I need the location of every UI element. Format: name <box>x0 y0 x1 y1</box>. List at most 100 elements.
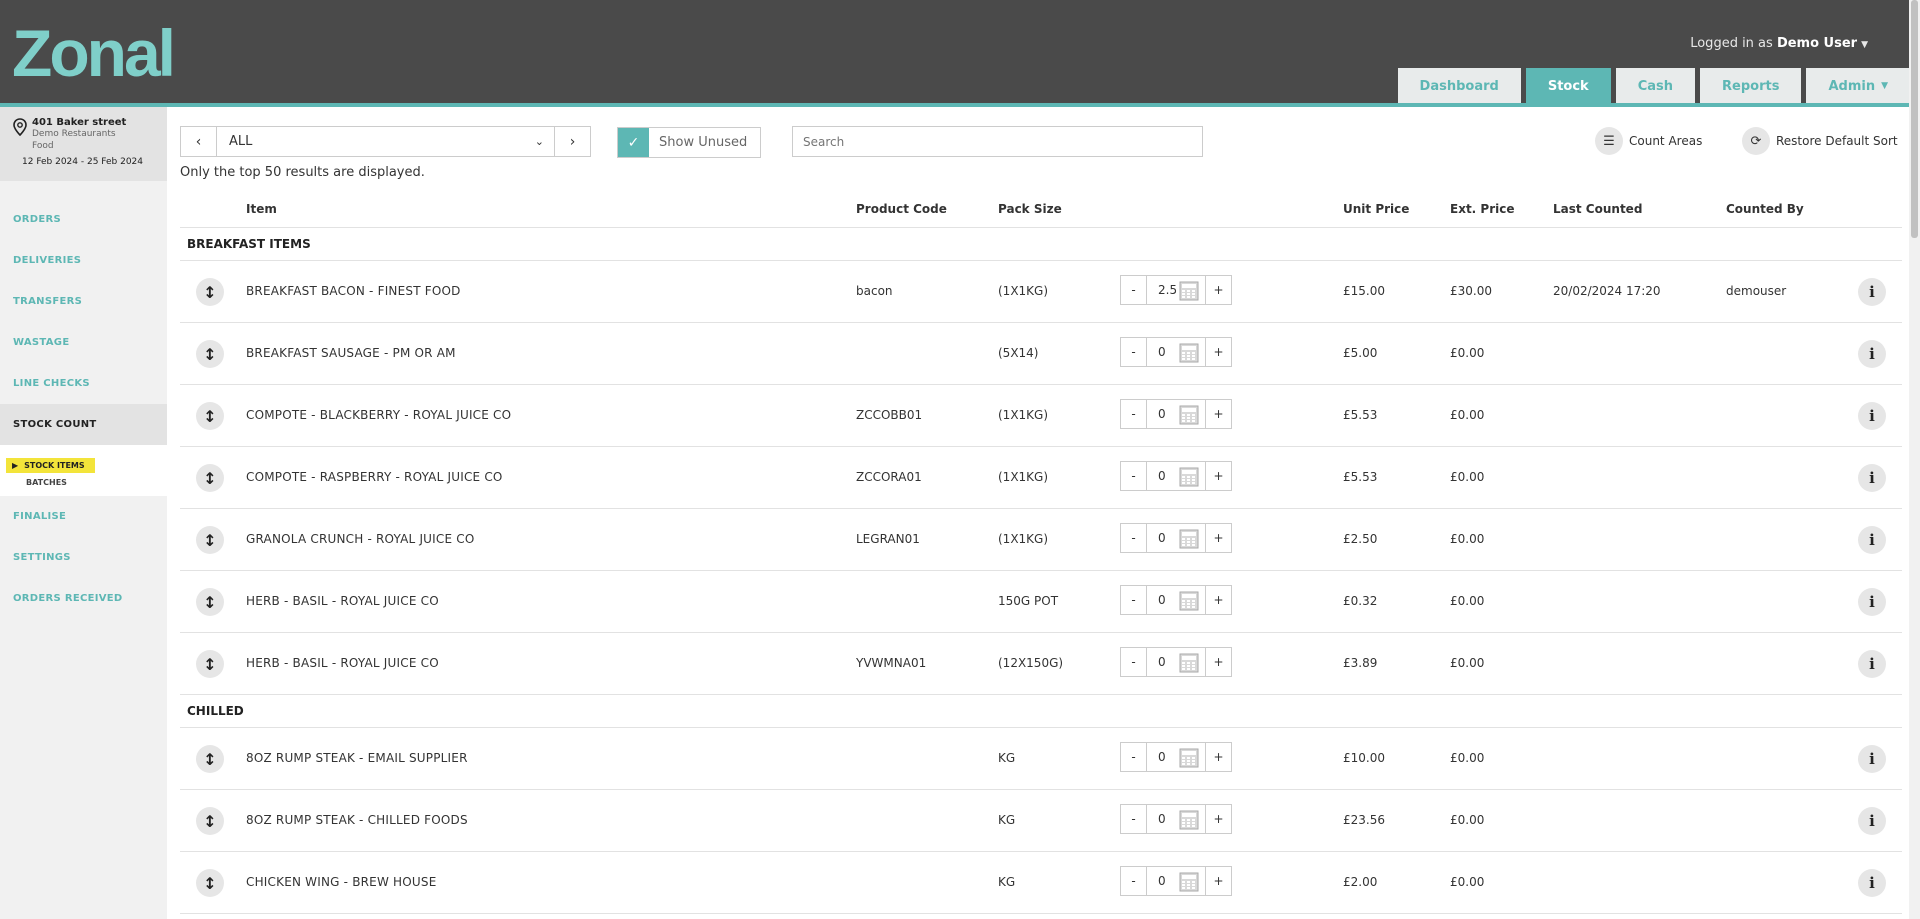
restore-default-sort-button[interactable]: ⟳ Restore Default Sort <box>1742 127 1898 155</box>
calculator-icon[interactable] <box>1179 653 1199 673</box>
sidebar-subitem-stock-items[interactable]: ▶ STOCK ITEMS <box>6 458 95 473</box>
header-unit-price[interactable]: Unit Price <box>1343 202 1409 216</box>
calculator-icon[interactable] <box>1179 810 1199 830</box>
sidebar-item-stock-count[interactable]: STOCK COUNT <box>0 404 167 445</box>
drag-handle-icon[interactable]: ↕ <box>196 807 224 835</box>
sidebar-item-line-checks[interactable]: LINE CHECKS <box>0 363 167 404</box>
user-menu[interactable]: Logged in as Demo User ▼ <box>1690 36 1868 51</box>
info-icon[interactable]: i <box>1858 402 1886 430</box>
info-icon[interactable]: i <box>1858 464 1886 492</box>
tab-stock[interactable]: Stock <box>1525 68 1611 104</box>
toolbar: ‹ ALL ⌄ › ✓ Show Unused ☰ Count Areas ⟳ … <box>180 107 1902 180</box>
decrement-button[interactable]: - <box>1120 866 1147 896</box>
header-last-counted[interactable]: Last Counted <box>1553 202 1642 216</box>
quantity-input[interactable]: 0 <box>1147 647 1205 677</box>
calculator-icon[interactable] <box>1179 529 1199 549</box>
quantity-input[interactable]: 0 <box>1147 461 1205 491</box>
increment-button[interactable]: + <box>1205 647 1232 677</box>
quantity-input[interactable]: 0 <box>1147 523 1205 553</box>
calculator-icon[interactable] <box>1179 343 1199 363</box>
next-button[interactable]: › <box>554 126 591 157</box>
header-counted-by[interactable]: Counted By <box>1726 202 1804 216</box>
sidebar-item-wastage[interactable]: WASTAGE <box>0 322 167 363</box>
header-product-code[interactable]: Product Code <box>856 202 947 216</box>
decrement-button[interactable]: - <box>1120 523 1147 553</box>
increment-button[interactable]: + <box>1205 461 1232 491</box>
info-icon[interactable]: i <box>1858 650 1886 678</box>
header-item[interactable]: Item <box>246 202 277 216</box>
info-icon[interactable]: i <box>1858 588 1886 616</box>
scrollbar-thumb[interactable] <box>1911 0 1918 238</box>
tab-cash[interactable]: Cash <box>1615 68 1696 104</box>
sidebar-menu: ORDERS DELIVERIES TRANSFERS WASTAGE LINE… <box>0 199 167 619</box>
unit-price: £10.00 <box>1343 751 1385 765</box>
increment-button[interactable]: + <box>1205 742 1232 772</box>
sidebar-item-deliveries[interactable]: DELIVERIES <box>0 240 167 281</box>
decrement-button[interactable]: - <box>1120 461 1147 491</box>
increment-button[interactable]: + <box>1205 337 1232 367</box>
drag-handle-icon[interactable]: ↕ <box>196 526 224 554</box>
sidebar-item-orders-received[interactable]: ORDERS RECEIVED <box>0 578 167 619</box>
drag-handle-icon[interactable]: ↕ <box>196 869 224 897</box>
zonal-logo[interactable]: Zonal <box>12 20 217 82</box>
tab-admin[interactable]: Admin ▼ <box>1806 68 1910 104</box>
tab-dashboard[interactable]: Dashboard <box>1397 68 1521 104</box>
increment-button[interactable]: + <box>1205 585 1232 615</box>
quantity-input[interactable]: 0 <box>1147 337 1205 367</box>
drag-handle-icon[interactable]: ↕ <box>196 402 224 430</box>
calculator-icon[interactable] <box>1179 467 1199 487</box>
show-unused-toggle[interactable]: ✓ Show Unused <box>617 127 761 158</box>
drag-handle-icon[interactable]: ↕ <box>196 745 224 773</box>
decrement-button[interactable]: - <box>1120 399 1147 429</box>
header-ext-price[interactable]: Ext. Price <box>1450 202 1515 216</box>
tab-reports[interactable]: Reports <box>1700 68 1802 104</box>
info-icon[interactable]: i <box>1858 340 1886 368</box>
drag-handle-icon[interactable]: ↕ <box>196 278 224 306</box>
header-pack-size[interactable]: Pack Size <box>998 202 1062 216</box>
drag-handle-icon[interactable]: ↕ <box>196 588 224 616</box>
quantity-input[interactable]: 0 <box>1147 585 1205 615</box>
info-icon[interactable]: i <box>1858 526 1886 554</box>
sidebar-item-orders[interactable]: ORDERS <box>0 199 167 240</box>
quantity-input[interactable]: 0 <box>1147 804 1205 834</box>
increment-button[interactable]: + <box>1205 399 1232 429</box>
search-input[interactable] <box>792 126 1203 157</box>
decrement-button[interactable]: - <box>1120 647 1147 677</box>
sidebar-item-settings[interactable]: SETTINGS <box>0 537 167 578</box>
prev-button[interactable]: ‹ <box>180 126 217 157</box>
calculator-icon[interactable] <box>1179 405 1199 425</box>
info-icon[interactable]: i <box>1858 869 1886 897</box>
increment-button[interactable]: + <box>1205 866 1232 896</box>
drag-handle-icon[interactable]: ↕ <box>196 464 224 492</box>
decrement-button[interactable]: - <box>1120 742 1147 772</box>
info-icon[interactable]: i <box>1858 745 1886 773</box>
drag-handle-icon[interactable]: ↕ <box>196 340 224 368</box>
pack-size: KG <box>998 751 1016 765</box>
decrement-button[interactable]: - <box>1120 585 1147 615</box>
sidebar-subitem-batches[interactable]: BATCHES <box>0 473 167 492</box>
info-icon[interactable]: i <box>1858 807 1886 835</box>
calculator-icon[interactable] <box>1179 748 1199 768</box>
item-name: 8OZ RUMP STEAK - EMAIL SUPPLIER <box>246 751 468 765</box>
increment-button[interactable]: + <box>1205 275 1232 305</box>
page-scrollbar[interactable] <box>1909 0 1920 919</box>
sidebar-item-finalise[interactable]: FINALISE <box>0 496 167 537</box>
quantity-input[interactable]: 0 <box>1147 742 1205 772</box>
info-icon[interactable]: i <box>1858 278 1886 306</box>
decrement-button[interactable]: - <box>1120 804 1147 834</box>
calculator-icon[interactable] <box>1179 591 1199 611</box>
decrement-button[interactable]: - <box>1120 337 1147 367</box>
increment-button[interactable]: + <box>1205 523 1232 553</box>
quantity-input[interactable]: 2.5 <box>1147 275 1205 305</box>
drag-handle-icon[interactable]: ↕ <box>196 650 224 678</box>
quantity-input[interactable]: 0 <box>1147 866 1205 896</box>
area-filter-select[interactable]: ALL ⌄ <box>216 126 555 157</box>
sidebar-item-transfers[interactable]: TRANSFERS <box>0 281 167 322</box>
table-header: Item Product Code Pack Size Unit Price E… <box>180 191 1902 228</box>
count-areas-button[interactable]: ☰ Count Areas <box>1595 127 1702 155</box>
decrement-button[interactable]: - <box>1120 275 1147 305</box>
increment-button[interactable]: + <box>1205 804 1232 834</box>
calculator-icon[interactable] <box>1179 281 1199 301</box>
quantity-input[interactable]: 0 <box>1147 399 1205 429</box>
calculator-icon[interactable] <box>1179 872 1199 892</box>
